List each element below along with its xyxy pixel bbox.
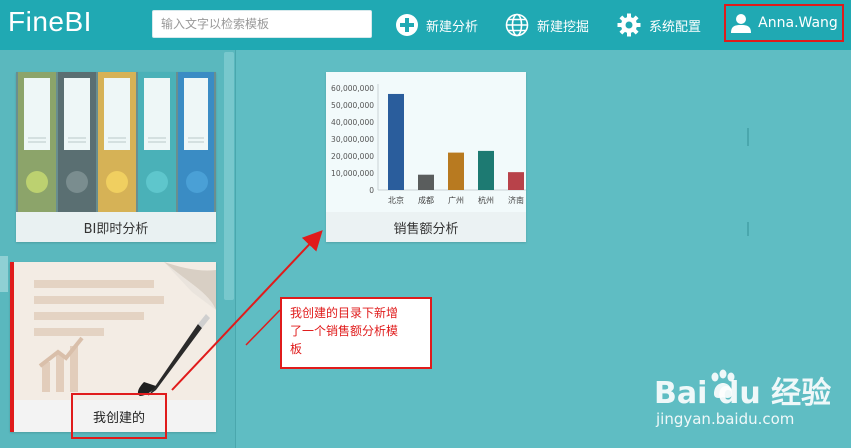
bar-0 <box>388 93 404 190</box>
annotation-line: 板 <box>290 342 303 356</box>
directory-card-instant-analysis[interactable]: BI即时分析 <box>16 72 216 242</box>
watermark-brand: Bai du 经验 <box>654 376 832 411</box>
y-tick-label: 40,000,000 <box>331 118 374 127</box>
x-tick-label: 杭州 <box>478 195 494 205</box>
user-menu-button[interactable]: Anna.Wang <box>724 4 844 42</box>
sales-bar-chart: 0 10,000,000 20,000,000 30,000,000 40,000,00… <box>331 84 526 205</box>
y-tick-label: 50,000,000 <box>331 101 374 110</box>
template-search-input[interactable] <box>152 10 372 38</box>
x-tick-label: 济南 <box>508 195 524 205</box>
gear-icon <box>617 13 641 37</box>
instant-analysis-label: BI即时分析 <box>16 212 216 242</box>
y-tick-label: 30,000,000 <box>331 135 374 144</box>
sales-analysis-label: 销售额分析 <box>326 212 526 242</box>
baidu-watermark: Bai du 经验 jingyan.baidu.com <box>654 368 844 438</box>
my-created-highlight[interactable]: 我创建的 <box>71 393 167 439</box>
my-created-label: 我创建的 <box>92 410 145 426</box>
x-tick-label: 北京 <box>388 195 404 205</box>
binders-illustration <box>16 72 216 212</box>
bar-2 <box>448 152 464 190</box>
watermark-url: jingyan.baidu.com <box>656 410 795 428</box>
system-config-label: 系统配置 <box>649 19 702 35</box>
y-tick-label: 10,000,000 <box>331 169 374 178</box>
annotation-callout: 我创建的目录下新增 了一个销售额分析模 板 <box>280 297 432 369</box>
resize-tick <box>747 128 749 146</box>
directory-scrollbar[interactable] <box>224 52 234 300</box>
document-pen-illustration <box>14 262 216 400</box>
finebi-logo[interactable]: FineBI <box>8 6 92 38</box>
y-tick-label: 0 <box>369 186 374 195</box>
annotation-line: 了一个销售额分析模 <box>290 324 399 338</box>
sales-chart-thumbnail: 0 10,000,000 20,000,000 30,000,000 40,000,00… <box>326 72 526 212</box>
bar-4 <box>508 172 524 190</box>
panel-collapse-handle[interactable] <box>0 256 8 292</box>
new-mining-button[interactable]: 新建挖掘 <box>505 10 589 40</box>
y-tick-label: 60,000,000 <box>331 84 374 93</box>
x-tick-label: 广州 <box>448 195 464 205</box>
new-analysis-button[interactable]: 新建分析 <box>396 10 478 40</box>
bar-1 <box>418 174 434 190</box>
annotation-line: 我创建的目录下新增 <box>290 306 399 320</box>
new-analysis-label: 新建分析 <box>426 19 479 35</box>
resize-tick <box>747 222 749 236</box>
bar-3 <box>478 150 494 190</box>
user-name: Anna.Wang <box>758 15 838 31</box>
user-icon <box>731 14 752 33</box>
globe-icon <box>505 13 529 37</box>
x-tick-label: 成都 <box>418 195 434 205</box>
system-config-button[interactable]: 系统配置 <box>617 10 701 40</box>
y-tick-label: 20,000,000 <box>331 152 374 161</box>
template-card-sales-analysis[interactable]: 0 10,000,000 20,000,000 30,000,000 40,000,00… <box>326 72 526 242</box>
top-header: FineBI 新建分析 新建挖掘 <box>0 0 851 50</box>
plus-circle-icon <box>396 14 418 36</box>
new-mining-label: 新建挖掘 <box>537 19 590 35</box>
